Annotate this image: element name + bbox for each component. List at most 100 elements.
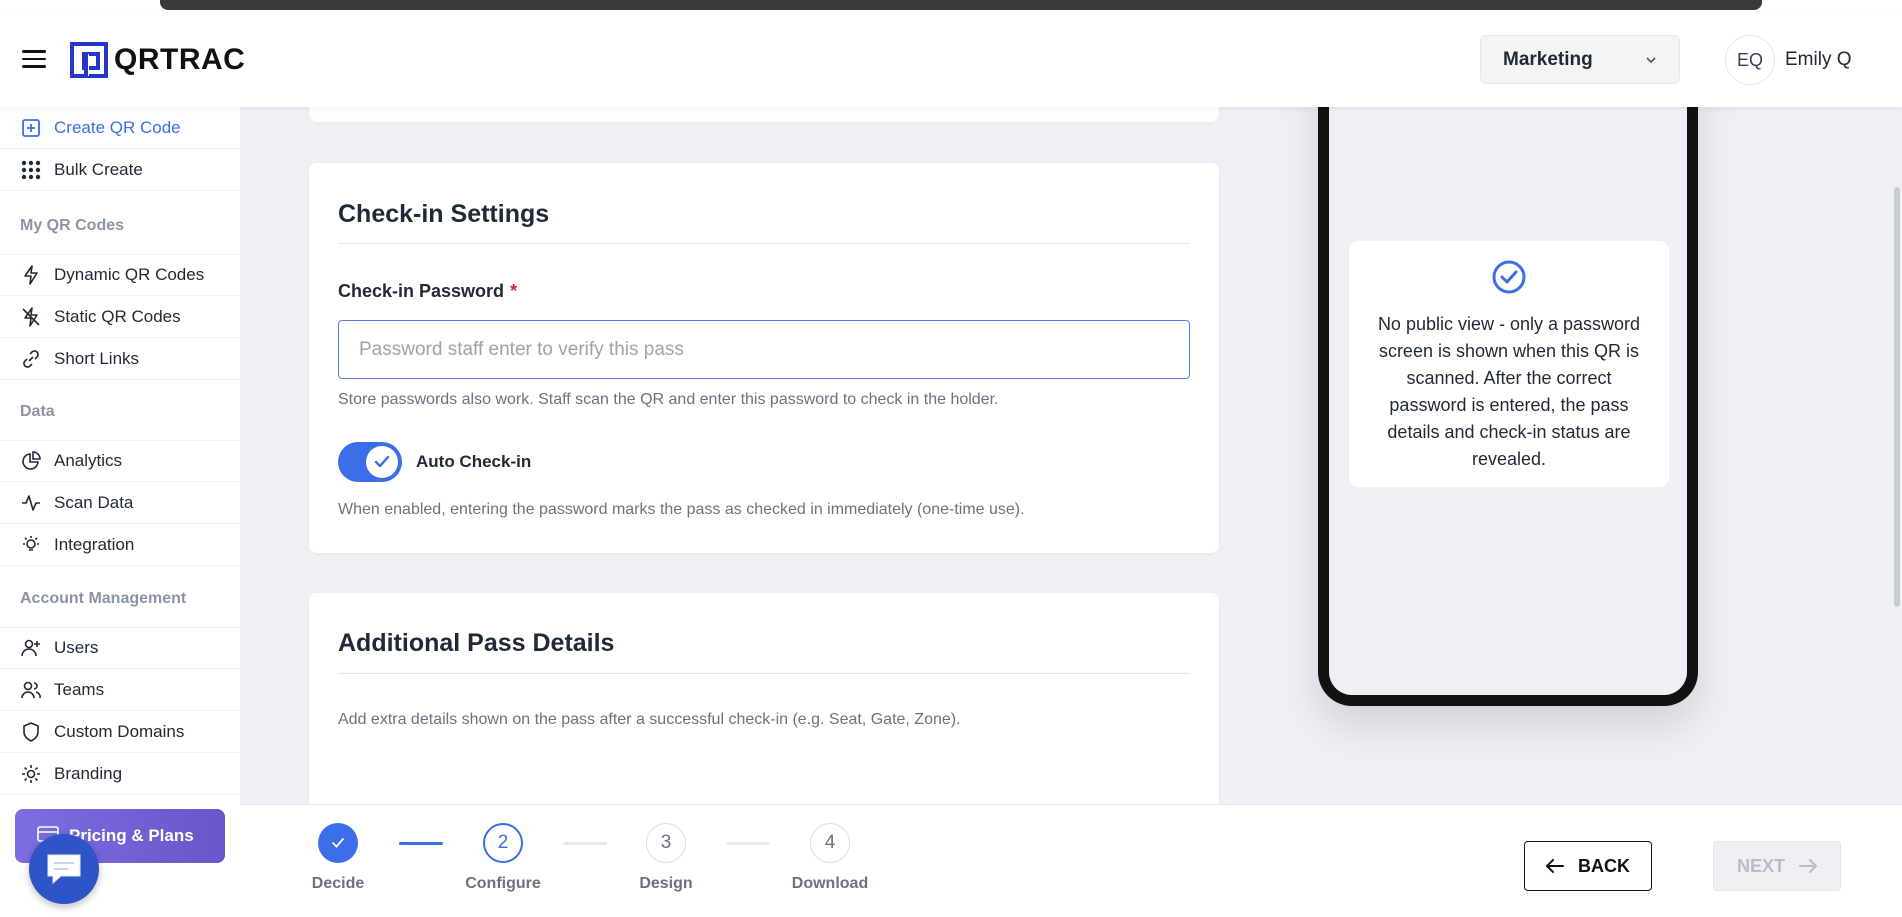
- next-label: NEXT: [1736, 855, 1785, 876]
- sidebar-item-label: Integration: [54, 534, 135, 554]
- qrtrac-logo-icon: [70, 42, 108, 78]
- section-title: Check-in Settings: [338, 200, 550, 228]
- sidebar-item-static-qr-codes[interactable]: Static QR Codes: [0, 296, 240, 338]
- step-label: Configure: [465, 875, 541, 892]
- step-connector: [563, 842, 607, 845]
- sidebar-item-label: Custom Domains: [54, 721, 185, 741]
- divider: [338, 243, 1190, 244]
- step-decide[interactable]: Decide: [278, 823, 398, 893]
- arrow-left-icon: [1546, 859, 1564, 873]
- pie-chart-icon: [20, 450, 42, 472]
- sidebar: Create QR Code Bulk Create My QR Codes D…: [0, 107, 240, 917]
- step-connector: [726, 842, 770, 845]
- required-mark: *: [510, 281, 518, 301]
- user-plus-icon: [20, 637, 42, 659]
- step-connector: [399, 842, 443, 845]
- user-menu[interactable]: EQ Emily Q: [1725, 35, 1852, 85]
- chat-widget-button[interactable]: [29, 834, 99, 904]
- scrollbar-thumb[interactable]: [1894, 187, 1900, 607]
- sidebar-item-label: Static QR Codes: [54, 306, 181, 326]
- step-circle: [318, 823, 358, 863]
- users-icon: [20, 679, 42, 701]
- sidebar-item-teams[interactable]: Teams: [0, 669, 240, 711]
- check-circle-icon: [1492, 260, 1526, 294]
- step-label: Design: [639, 875, 693, 892]
- workspace-value: Marketing: [1503, 48, 1593, 70]
- link-icon: [20, 348, 42, 370]
- step-label: Decide: [311, 875, 365, 892]
- sidebar-item-label: Teams: [54, 679, 105, 699]
- bulb-icon: [20, 534, 42, 556]
- sidebar-item-bulk-create[interactable]: Bulk Create: [0, 149, 240, 191]
- preview-message-card: No public view - only a password screen …: [1349, 241, 1669, 487]
- page-scrollbar[interactable]: [1892, 107, 1902, 664]
- step-download[interactable]: 4 Download: [770, 823, 890, 893]
- checkin-settings-card: Check-in Settings Check-in Password* Sto…: [309, 163, 1219, 553]
- top-header: QRTRAC Marketing EQ Emily Q: [0, 12, 1902, 107]
- password-label: Check-in Password *: [338, 281, 517, 302]
- sidebar-item-label: Analytics: [54, 451, 123, 470]
- sun-icon: [20, 763, 42, 785]
- browser-frame-bar: [160, 0, 1762, 10]
- section-title: Additional Pass Details: [338, 629, 615, 657]
- app-logo[interactable]: QRTRAC: [70, 42, 245, 78]
- grid-dots-icon: [20, 159, 42, 181]
- chat-icon: [47, 854, 81, 885]
- sidebar-item-short-links[interactable]: Short Links: [0, 338, 240, 380]
- wizard-footer: Decide 2 Configure 3 Design 4 Download B…: [240, 804, 1902, 917]
- workspace-select[interactable]: Marketing: [1480, 35, 1680, 84]
- browser-top-strip: [0, 0, 1902, 12]
- additional-details-help-text: Add extra details shown on the pass afte…: [338, 711, 961, 728]
- divider: [338, 673, 1190, 674]
- sidebar-item-label: Scan Data: [54, 492, 134, 512]
- sidebar-item-label: Branding: [54, 763, 123, 783]
- sidebar-item-dynamic-qr-codes[interactable]: Dynamic QR Codes: [0, 254, 240, 296]
- preview-message: No public view - only a password screen …: [1377, 314, 1641, 469]
- toggle-knob: [366, 446, 398, 478]
- section-heading-my-qr-codes: My QR Codes: [20, 217, 125, 234]
- step-circle: 3: [646, 823, 686, 863]
- user-name: Emily Q: [1785, 49, 1852, 70]
- sidebar-item-integration[interactable]: Integration: [0, 524, 240, 566]
- app-name: QRTRAC: [114, 43, 246, 76]
- sidebar-item-custom-domains[interactable]: Custom Domains: [0, 711, 240, 753]
- plus-square-icon: [20, 117, 42, 139]
- lightning-off-icon: [20, 306, 42, 328]
- sidebar-item-label: Bulk Create: [54, 159, 143, 179]
- sidebar-item-analytics[interactable]: Analytics: [0, 440, 240, 482]
- step-configure[interactable]: 2 Configure: [443, 823, 563, 893]
- section-heading-account-management: Account Management: [20, 590, 187, 607]
- auto-checkin-help-text: When enabled, entering the password mark…: [338, 501, 1025, 518]
- checkin-password-input[interactable]: [338, 320, 1190, 379]
- check-icon: [374, 455, 390, 468]
- shield-icon: [20, 721, 42, 743]
- additional-pass-details-card: Additional Pass Details Add extra detail…: [309, 593, 1219, 823]
- menu-icon[interactable]: [22, 50, 46, 68]
- sidebar-item-branding[interactable]: Branding: [0, 753, 240, 795]
- arrow-right-icon: [1799, 859, 1817, 873]
- activity-icon: [20, 492, 42, 514]
- sidebar-item-label: Dynamic QR Codes: [54, 265, 205, 284]
- auto-checkin-toggle[interactable]: [338, 442, 402, 482]
- back-label: BACK: [1578, 855, 1630, 876]
- step-circle: 2: [483, 823, 523, 863]
- step-design[interactable]: 3 Design: [606, 823, 726, 893]
- auto-checkin-label: Auto Check-in: [416, 452, 532, 471]
- password-label-text: Check-in Password: [338, 281, 505, 301]
- next-button[interactable]: NEXT: [1713, 841, 1841, 891]
- back-button[interactable]: BACK: [1524, 841, 1652, 891]
- sidebar-item-label: Short Links: [54, 348, 140, 368]
- sidebar-item-users[interactable]: Users: [0, 627, 240, 669]
- avatar: EQ: [1725, 35, 1775, 85]
- sidebar-item-create-qr-code[interactable]: Create QR Code: [0, 107, 240, 149]
- section-heading-data: Data: [20, 403, 55, 420]
- step-circle: 4: [810, 823, 850, 863]
- sidebar-item-label: Users: [54, 638, 99, 657]
- check-icon: [332, 838, 344, 848]
- step-label: Download: [791, 875, 869, 892]
- chevron-down-icon: [1646, 56, 1656, 63]
- password-help-text: Store passwords also work. Staff scan th…: [338, 391, 999, 408]
- sidebar-item-scan-data[interactable]: Scan Data: [0, 482, 240, 524]
- sidebar-item-label: Create QR Code: [54, 117, 181, 137]
- lightning-icon: [20, 264, 42, 286]
